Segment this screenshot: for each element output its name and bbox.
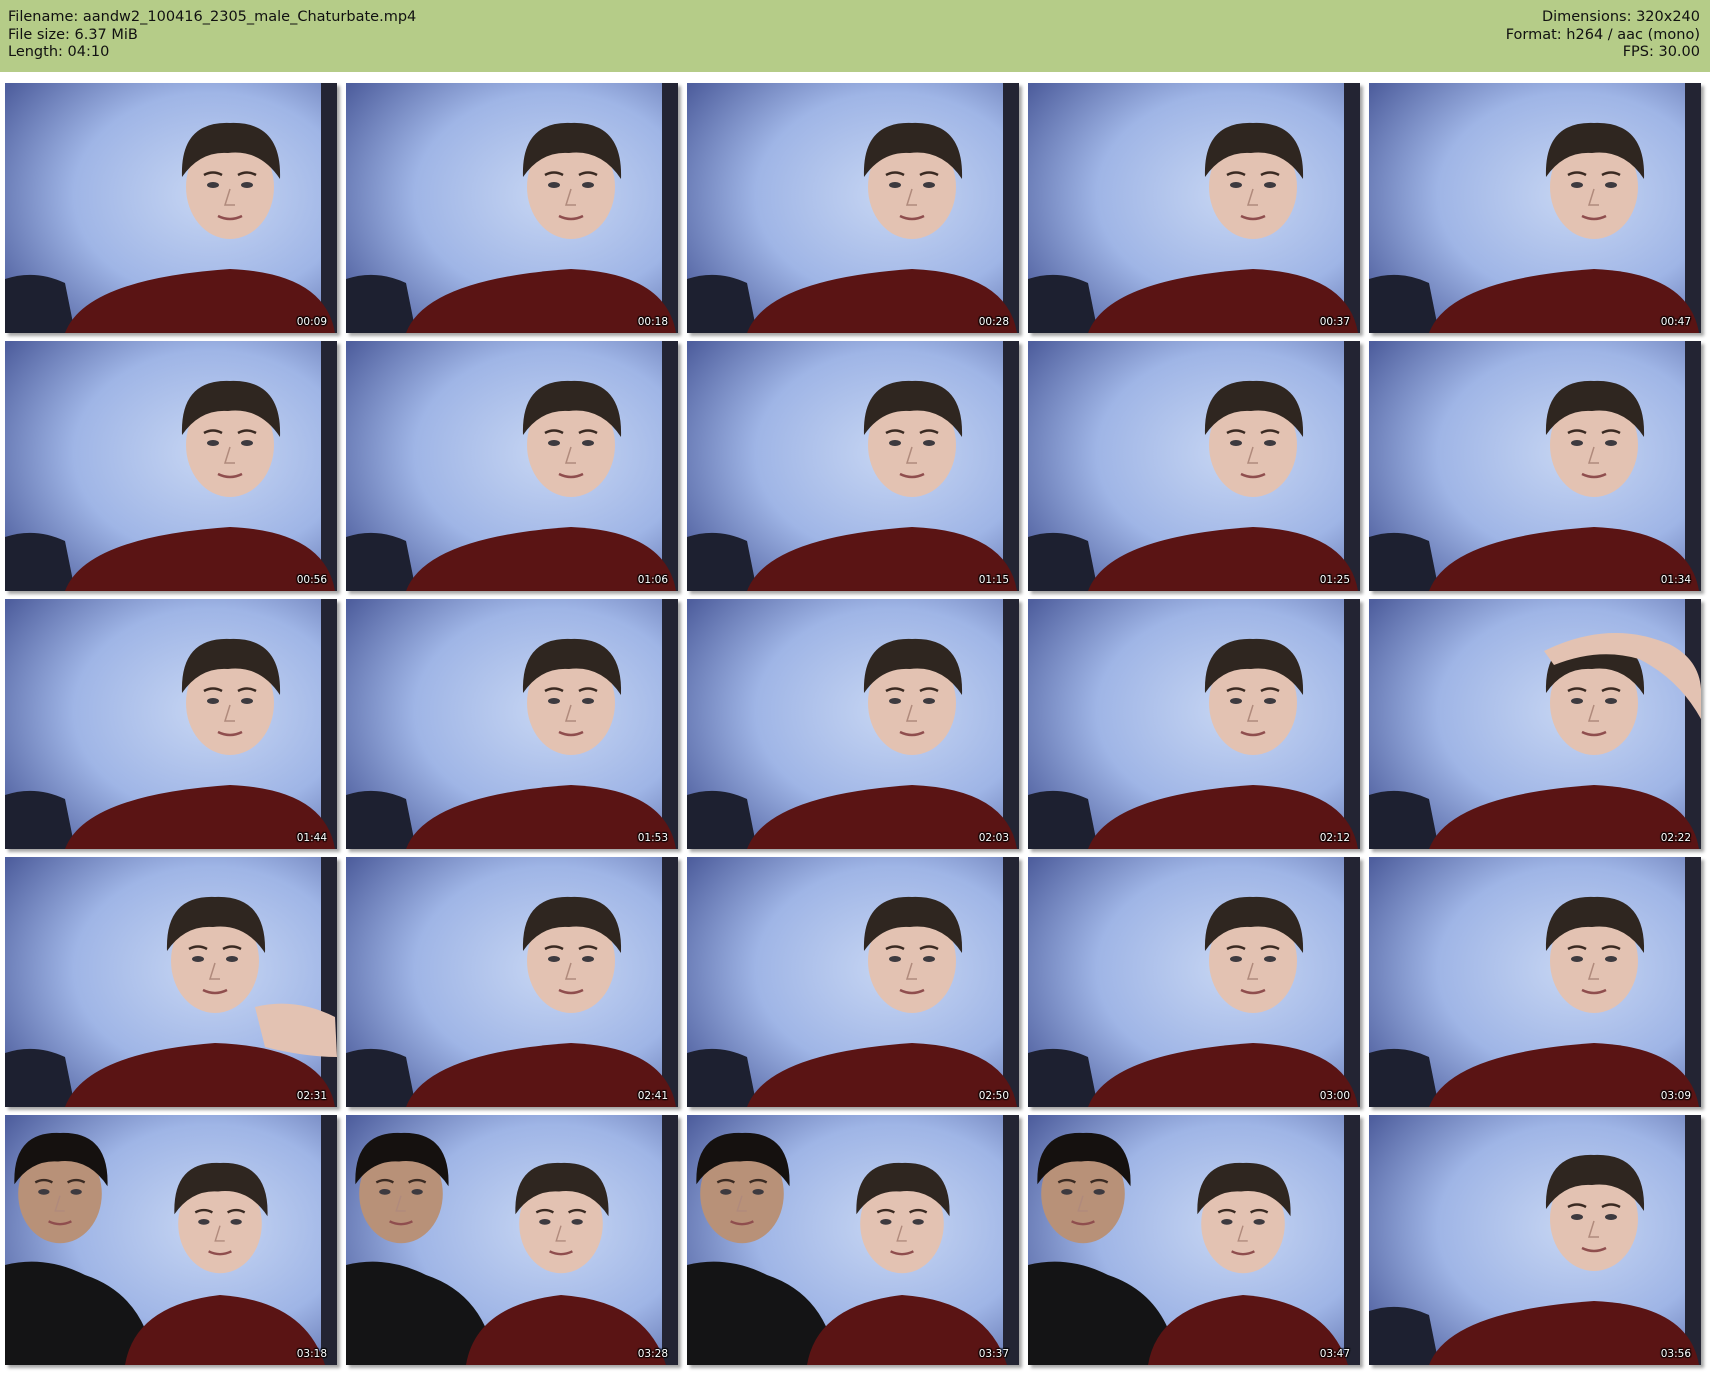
video-frame-thumbnail: 01:15 [687, 341, 1019, 591]
frame-image [5, 83, 337, 333]
timestamp-label: 01:25 [1319, 574, 1350, 586]
timestamp-label: 01:06 [637, 574, 668, 586]
video-frame-thumbnail: 00:47 [1369, 83, 1701, 333]
frame-image [687, 341, 1019, 591]
video-frame-thumbnail: 02:41 [346, 857, 678, 1107]
video-frame-thumbnail: 03:56 [1369, 1115, 1701, 1365]
frame-image [5, 857, 337, 1107]
timestamp-label: 00:28 [978, 316, 1009, 328]
frame-image [346, 857, 678, 1107]
video-frame-thumbnail: 01:25 [1028, 341, 1360, 591]
timestamp-label: 02:22 [1660, 832, 1691, 844]
frame-image [1028, 857, 1360, 1107]
frame-image [5, 341, 337, 591]
video-frame-thumbnail: 03:00 [1028, 857, 1360, 1107]
frame-image [687, 857, 1019, 1107]
timestamp-label: 01:34 [1660, 574, 1691, 586]
frame-image [1369, 599, 1701, 849]
frame-image [1028, 1115, 1360, 1365]
timestamp-label: 03:56 [1660, 1348, 1691, 1360]
timestamp-label: 02:12 [1319, 832, 1350, 844]
timestamp-label: 02:50 [978, 1090, 1009, 1102]
timestamp-label: 03:18 [296, 1348, 327, 1360]
timestamp-label: 03:47 [1319, 1348, 1350, 1360]
timestamp-label: 00:18 [637, 316, 668, 328]
timestamp-label: 03:37 [978, 1348, 1009, 1360]
frame-image [687, 83, 1019, 333]
frame-image [1369, 1115, 1701, 1365]
frame-image [1369, 83, 1701, 333]
timestamp-label: 03:28 [637, 1348, 668, 1360]
video-frame-thumbnail: 03:28 [346, 1115, 678, 1365]
frame-image [1028, 599, 1360, 849]
frame-image [346, 1115, 678, 1365]
video-frame-thumbnail: 00:28 [687, 83, 1019, 333]
timestamp-label: 03:00 [1319, 1090, 1350, 1102]
video-frame-thumbnail: 03:47 [1028, 1115, 1360, 1365]
timestamp-label: 02:31 [296, 1090, 327, 1102]
timestamp-label: 00:47 [1660, 316, 1691, 328]
timestamp-label: 03:09 [1660, 1090, 1691, 1102]
video-frame-thumbnail: 01:53 [346, 599, 678, 849]
timestamp-label: 01:44 [296, 832, 327, 844]
frame-image [1369, 857, 1701, 1107]
video-frame-thumbnail: 02:31 [5, 857, 337, 1107]
timestamp-label: 00:56 [296, 574, 327, 586]
frame-image [687, 599, 1019, 849]
frame-image [346, 599, 678, 849]
video-frame-thumbnail: 01:34 [1369, 341, 1701, 591]
video-frame-thumbnail: 01:44 [5, 599, 337, 849]
video-frame-thumbnail: 01:06 [346, 341, 678, 591]
frame-image [1028, 341, 1360, 591]
video-frame-thumbnail: 03:37 [687, 1115, 1019, 1365]
frame-image [687, 1115, 1019, 1365]
thumbnail-grid: 00:09 00:18 00:28 00:37 00:47 00:56 01:06 01:15… [0, 0, 1710, 1373]
frame-image [1028, 83, 1360, 333]
video-frame-thumbnail: 03:18 [5, 1115, 337, 1365]
video-frame-thumbnail: 02:12 [1028, 599, 1360, 849]
timestamp-label: 00:37 [1319, 316, 1350, 328]
frame-image [346, 341, 678, 591]
frame-image [5, 1115, 337, 1365]
frame-image [346, 83, 678, 333]
timestamp-label: 02:41 [637, 1090, 668, 1102]
video-frame-thumbnail: 02:03 [687, 599, 1019, 849]
video-frame-thumbnail: 02:50 [687, 857, 1019, 1107]
video-frame-thumbnail: 00:18 [346, 83, 678, 333]
timestamp-label: 02:03 [978, 832, 1009, 844]
frame-image [1369, 341, 1701, 591]
video-frame-thumbnail: 02:22 [1369, 599, 1701, 849]
timestamp-label: 00:09 [296, 316, 327, 328]
video-frame-thumbnail: 00:37 [1028, 83, 1360, 333]
video-frame-thumbnail: 00:09 [5, 83, 337, 333]
frame-image [5, 599, 337, 849]
timestamp-label: 01:53 [637, 832, 668, 844]
timestamp-label: 01:15 [978, 574, 1009, 586]
video-frame-thumbnail: 00:56 [5, 341, 337, 591]
video-frame-thumbnail: 03:09 [1369, 857, 1701, 1107]
